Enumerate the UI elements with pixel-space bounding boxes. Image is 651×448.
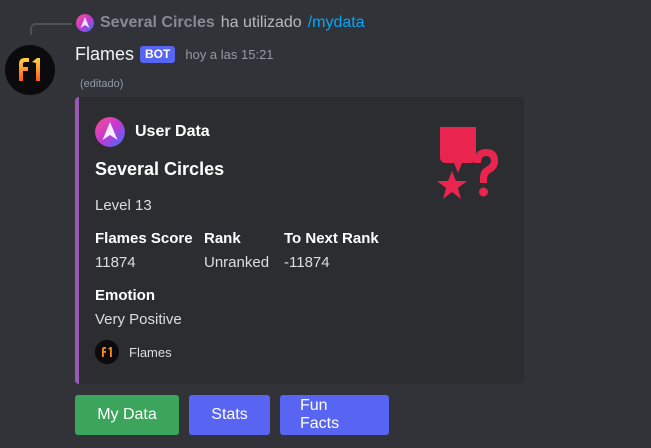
- embed-card: User Data Several Circles Level 13 Flame…: [75, 97, 524, 384]
- flames-logo-icon: [95, 340, 119, 364]
- field-flames-score: Flames Score 11874: [95, 230, 193, 271]
- reply-command[interactable]: /mydata: [308, 14, 365, 32]
- flames-avatar-graphic: [19, 58, 40, 81]
- action-row: My Data Stats Fun Facts: [75, 395, 389, 435]
- chat-message: Several Circles ha utilizado /mydata Fla…: [0, 0, 651, 448]
- edited-label: (editado): [80, 78, 124, 90]
- reply-spine: [30, 23, 72, 35]
- embed-footer: Flames: [95, 340, 172, 364]
- field-rank: Rank Unranked: [204, 230, 269, 271]
- fun-facts-button[interactable]: Fun Facts: [280, 395, 389, 435]
- field-emotion: Emotion Very Positive: [95, 287, 182, 328]
- embed-author-name: User Data: [135, 123, 210, 140]
- message-header: Flames BOT hoy a las 15:21: [75, 42, 274, 66]
- message-timestamp: hoy a las 15:21: [185, 46, 274, 62]
- embed-title: Several Circles: [95, 159, 225, 179]
- several-circles-avatar-icon: [95, 117, 125, 147]
- reply-username[interactable]: Several Circles: [100, 14, 215, 32]
- field-name: Rank: [204, 230, 241, 247]
- field-value: Unranked: [204, 254, 270, 271]
- flames-logo-icon[interactable]: [5, 45, 55, 95]
- field-value: -11874: [284, 254, 330, 271]
- stats-button[interactable]: Stats: [189, 395, 270, 435]
- field-to-next-rank: To Next Rank -11874: [284, 230, 379, 271]
- embed-description: Level 13: [95, 197, 152, 214]
- author-name[interactable]: Flames: [75, 44, 134, 65]
- field-name: Flames Score: [95, 230, 193, 247]
- embed-author: User Data: [95, 117, 210, 147]
- field-name: Emotion: [95, 287, 155, 304]
- embed-footer-text: Flames: [129, 344, 172, 360]
- reply-reference[interactable]: Several Circles ha utilizado /mydata: [76, 12, 365, 34]
- several-circles-avatar-icon[interactable]: [76, 14, 94, 32]
- reply-action-text: ha utilizado: [220, 14, 302, 31]
- bot-badge: BOT: [140, 45, 176, 63]
- field-value: Very Positive: [95, 311, 182, 328]
- field-name: To Next Rank: [284, 230, 379, 247]
- field-value: 11874: [95, 254, 136, 271]
- my-data-button[interactable]: My Data: [75, 395, 179, 435]
- medal-question-icon[interactable]: [436, 123, 502, 211]
